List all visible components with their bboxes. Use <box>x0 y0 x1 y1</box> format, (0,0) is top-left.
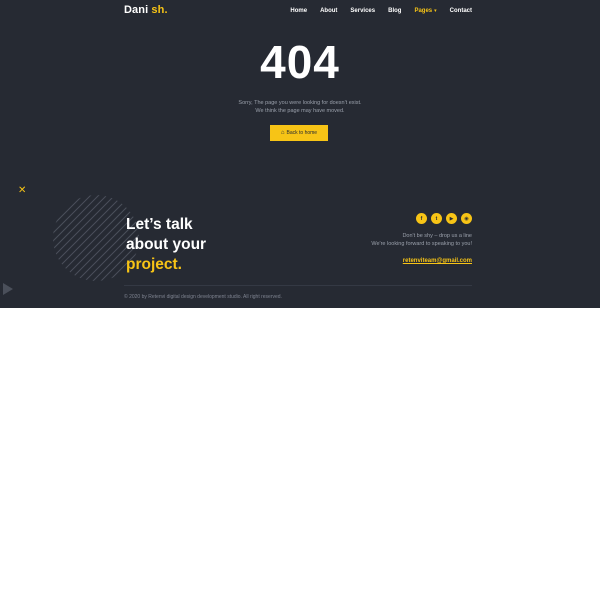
cta-line1: Let’s talk <box>126 216 193 233</box>
back-to-home-label: Back to home <box>286 130 318 136</box>
instagram-icon[interactable]: ◉ <box>461 213 472 224</box>
nav-blog[interactable]: Blog <box>388 8 401 14</box>
contact-text: Don't be shy – drop us a line We're look… <box>371 233 472 248</box>
facebook-icon[interactable]: f <box>416 213 427 224</box>
contact-email-link[interactable]: retenviteam@gmail.com <box>403 258 472 264</box>
copyright-text: © 2020 by Retenvi digital design develop… <box>124 294 282 300</box>
contact-line2: We're looking forward to speaking to you… <box>371 240 472 247</box>
twitter-icon[interactable]: t <box>431 213 442 224</box>
social-links: f t ▶ ◉ <box>416 213 472 224</box>
close-x-icon: ✕ <box>18 185 27 196</box>
brand-accent: sh. <box>151 4 168 16</box>
brand-main: Dani <box>124 4 149 16</box>
play-icon <box>3 283 13 295</box>
footer-divider <box>124 285 472 286</box>
error-message-line1: Sorry, The page you were looking for doe… <box>238 100 362 106</box>
page-404: Dani sh. Home About Services Blog Pages … <box>0 0 600 308</box>
home-icon: ⌂ <box>280 130 285 136</box>
nav-pages[interactable]: Pages ▾ <box>414 8 436 14</box>
nav-about[interactable]: About <box>320 8 337 14</box>
cta-line2: about your <box>126 236 207 253</box>
nav-home[interactable]: Home <box>290 8 307 14</box>
cta-line3: project. <box>126 256 182 273</box>
chevron-down-icon: ▾ <box>434 8 437 14</box>
nav-contact[interactable]: Contact <box>450 8 472 14</box>
contact-line1: Don't be shy – drop us a line <box>402 233 472 239</box>
cta-heading: Let’s talk about your project. <box>126 215 206 275</box>
main-nav: Home About Services Blog Pages ▾ Contact <box>290 8 472 14</box>
error-code: 404 <box>260 36 340 88</box>
back-to-home-button[interactable]: ⌂ Back to home <box>270 125 328 141</box>
nav-pages-label: Pages <box>414 8 433 14</box>
youtube-icon[interactable]: ▶ <box>446 213 457 224</box>
error-message-line2: We think the page may have moved. <box>255 107 345 114</box>
error-message: Sorry, The page you were looking for doe… <box>0 100 600 115</box>
brand-logo[interactable]: Dani sh. <box>124 4 168 16</box>
nav-services[interactable]: Services <box>350 8 375 14</box>
